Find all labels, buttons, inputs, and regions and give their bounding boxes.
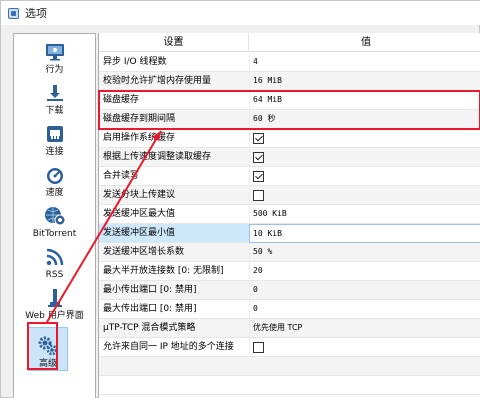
sidebar-item-behavior[interactable]: 行为 <box>14 36 95 76</box>
setting-value[interactable]: 16 MiB <box>249 72 480 91</box>
sidebar-item-connection[interactable]: 连接 <box>14 118 95 158</box>
checkbox[interactable] <box>253 152 264 163</box>
setting-name: 启用操作系统缓存 <box>103 133 176 143</box>
setting-name: 合并读写 <box>103 171 140 181</box>
webui-icon <box>44 287 66 309</box>
sidebar-item-label: BitTorrent <box>32 229 77 239</box>
setting-value[interactable]: 500 KiB <box>249 205 480 224</box>
setting-name: 最大半开放连接数 [0: 无限制] <box>103 266 224 276</box>
window-title: 选项 <box>25 7 47 20</box>
setting-name: μTP-TCP 混合模式策略 <box>103 323 196 333</box>
speedometer-icon <box>44 164 66 186</box>
table-row[interactable]: 最大半开放连接数 [0: 无限制] 20 <box>99 262 480 281</box>
checkbox[interactable] <box>253 342 264 353</box>
sidebar-item-label: 下载 <box>45 106 64 116</box>
setting-value <box>249 186 480 205</box>
table-row[interactable]: 发送缓冲区增长系数 50 % <box>99 243 480 262</box>
setting-value[interactable]: 0 <box>249 281 480 300</box>
download-icon <box>44 82 66 104</box>
annotation-sidebar-box <box>27 322 58 370</box>
title-bar: 选项 <box>1 1 480 25</box>
sidebar-item-speed[interactable]: 速度 <box>14 159 95 199</box>
options-window: 选项 行为 下载 连接 速度 BitTorrent RSS Web 用户界面 高… <box>0 0 480 398</box>
sidebar-item-webui[interactable]: Web 用户界面 <box>14 282 95 322</box>
rss-icon <box>44 246 66 268</box>
setting-name: 允许来自同一 IP 地址的多个连接 <box>103 342 234 352</box>
setting-value <box>249 167 480 186</box>
sidebar-item-label: 速度 <box>45 188 64 198</box>
table-row <box>99 376 480 395</box>
setting-value <box>249 338 480 357</box>
sidebar-item-downloads[interactable]: 下载 <box>14 77 95 117</box>
table-row[interactable]: 允许来自同一 IP 地址的多个连接 <box>99 338 480 357</box>
sidebar-item-bittorrent[interactable]: BitTorrent <box>14 200 95 240</box>
globe-gear-icon <box>44 205 66 227</box>
setting-name: 发送缓冲区最小值 <box>103 228 176 238</box>
setting-value-editor[interactable]: 10 KiB <box>249 224 480 243</box>
table-row[interactable]: 校验时允许扩增内存使用量 16 MiB <box>99 72 480 91</box>
setting-value[interactable]: 0 <box>249 300 480 319</box>
table-row[interactable]: μTP-TCP 混合模式策略 优先使用 TCP <box>99 319 480 338</box>
sidebar-item-label: Web 用户界面 <box>25 311 84 321</box>
setting-value <box>249 148 480 167</box>
setting-name: 异步 I/O 线程数 <box>103 57 167 67</box>
sidebar-item-label: 行为 <box>45 65 64 75</box>
table-row[interactable]: 发送缓冲区最小值 10 KiB <box>99 224 480 243</box>
checkbox[interactable] <box>253 133 264 144</box>
table-row[interactable]: 合并读写 <box>99 167 480 186</box>
table-row[interactable]: 根据上传速度调整读取缓存 <box>99 148 480 167</box>
setting-name: 根据上传速度调整读取缓存 <box>103 152 212 162</box>
column-header-value[interactable]: 值 <box>250 33 480 52</box>
setting-name: 发送缓冲区增长系数 <box>103 247 185 257</box>
setting-value[interactable]: 20 <box>249 262 480 281</box>
setting-value[interactable]: 4 <box>249 53 480 72</box>
setting-value[interactable]: 50 % <box>249 243 480 262</box>
settings-table: 设置 值 异步 I/O 线程数 4 校验时允许扩增内存使用量 16 MiB 磁盘… <box>98 33 480 398</box>
table-row[interactable]: 异步 I/O 线程数 4 <box>99 53 480 72</box>
table-header: 设置 值 <box>99 33 480 52</box>
sidebar-item-label: 连接 <box>45 147 64 157</box>
setting-name: 最小传出端口 [0: 禁用] <box>103 285 197 295</box>
checkbox[interactable] <box>253 190 264 201</box>
setting-name: 发送缓冲区最大值 <box>103 209 176 219</box>
network-icon <box>44 123 66 145</box>
sidebar-item-rss[interactable]: RSS <box>14 241 95 281</box>
table-row[interactable]: 发送缓冲区最大值 500 KiB <box>99 205 480 224</box>
sidebar-item-label: RSS <box>45 270 64 280</box>
checkbox[interactable] <box>253 171 264 182</box>
setting-name: 最大传出端口 [0: 禁用] <box>103 304 197 314</box>
monitor-icon <box>44 41 66 63</box>
setting-name: 校验时允许扩增内存使用量 <box>103 76 212 86</box>
annotation-highlight-box <box>98 90 480 130</box>
table-row[interactable]: 启用操作系统缓存 <box>99 129 480 148</box>
table-row[interactable]: 最大传出端口 [0: 禁用] 0 <box>99 300 480 319</box>
column-header-settings[interactable]: 设置 <box>99 33 249 52</box>
app-icon <box>8 7 19 19</box>
setting-value <box>249 129 480 148</box>
setting-name: 发送分块上传建议 <box>103 190 176 200</box>
table-row <box>99 357 480 376</box>
setting-value-dropdown[interactable]: 优先使用 TCP <box>249 319 480 338</box>
table-row[interactable]: 发送分块上传建议 <box>99 186 480 205</box>
table-row[interactable]: 最小传出端口 [0: 禁用] 0 <box>99 281 480 300</box>
